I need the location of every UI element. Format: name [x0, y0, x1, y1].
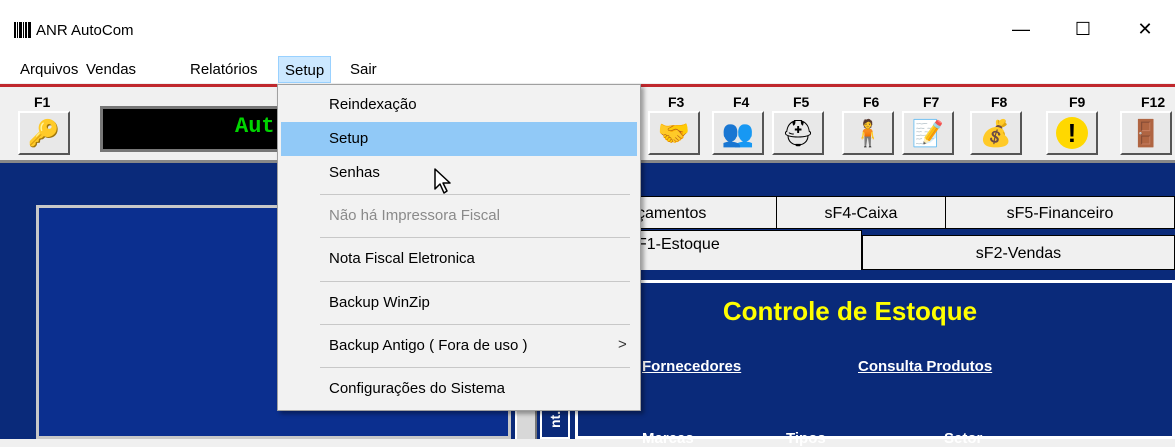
menu-arquivos[interactable]: Arquivos [14, 56, 84, 83]
fornecedores-link[interactable]: Fornecedores [642, 358, 741, 375]
exit-door-icon: 🚪 [1129, 117, 1163, 148]
fkey-label-f7: F7 [923, 94, 940, 110]
menu-item-reindexacao[interactable]: Reindexação [281, 88, 637, 122]
fkey-label-f1: F1 [34, 94, 51, 110]
tab-vendas[interactable]: sF2-Vendas [862, 235, 1175, 270]
menu-separator [320, 281, 630, 282]
tab-estoque[interactable]: F1-Estoque [630, 230, 862, 270]
fkey-label-f12: F12 [1141, 94, 1166, 110]
close-button[interactable]: ✕ [1122, 14, 1168, 44]
menu-item-senhas[interactable]: Senhas [281, 156, 637, 190]
fkey-label-f6: F6 [863, 94, 880, 110]
f7-button[interactable]: 📝 [902, 111, 954, 155]
key-icon: 🔑 [27, 117, 61, 148]
fkey-label-f5: F5 [793, 94, 810, 110]
hardhat-icon: ⛑ [781, 117, 815, 148]
fkey-label-f4: F4 [733, 94, 750, 110]
tab-orcamentos[interactable]: çamentos [630, 196, 777, 229]
menu-setup[interactable]: Setup [278, 56, 332, 83]
menu-separator [320, 367, 630, 368]
menu-item-backup-antigo[interactable]: Backup Antigo ( Fora de uso ) [281, 329, 637, 363]
menu-bar [0, 56, 1175, 83]
person-icon: 🧍 [851, 117, 885, 148]
panel-title: Controle de Estoque [722, 296, 978, 326]
handshake-icon: 🤝 [657, 117, 691, 148]
f5-button[interactable]: ⛑ [772, 111, 824, 155]
menu-separator [320, 194, 630, 195]
menu-sair[interactable]: Sair [344, 56, 383, 83]
submenu-arrow-icon: > [618, 336, 627, 353]
menu-item-backup-winzip[interactable]: Backup WinZip [281, 286, 637, 320]
fkey-label-f3: F3 [668, 94, 685, 110]
notepad-icon: 📝 [911, 117, 945, 148]
f12-button[interactable]: 🚪 [1120, 111, 1172, 155]
f1-button[interactable]: 🔑 [18, 111, 70, 155]
tab-caixa[interactable]: sF4-Caixa [776, 196, 946, 229]
menu-relatorios[interactable]: Relatórios [184, 56, 264, 83]
warning-icon: ! [1056, 117, 1088, 149]
mouse-cursor-icon [434, 168, 451, 194]
window-title: ANR AutoCom [36, 22, 134, 39]
maximize-button[interactable]: ☐ [1060, 14, 1106, 44]
menu-separator [320, 324, 630, 325]
tab-financeiro[interactable]: sF5-Financeiro [945, 196, 1175, 229]
people-icon: 👥 [721, 117, 755, 148]
menu-separator [320, 237, 630, 238]
f8-button[interactable]: 💰 [970, 111, 1022, 155]
f3-button[interactable]: 🤝 [648, 111, 700, 155]
minimize-button[interactable]: — [998, 14, 1044, 44]
fkey-label-f8: F8 [991, 94, 1008, 110]
money-bag-icon: 💰 [979, 117, 1013, 148]
menu-item-nota-fiscal[interactable]: Nota Fiscal Eletronica [281, 242, 637, 276]
menu-item-impressora-fiscal: Não há Impressora Fiscal [329, 207, 500, 224]
menu-vendas[interactable]: Vendas [80, 56, 142, 83]
f6-button[interactable]: 🧍 [842, 111, 894, 155]
menu-item-configuracoes[interactable]: Configurações do Sistema [281, 372, 637, 406]
app-barcode-icon [14, 22, 32, 38]
fkey-label-f9: F9 [1069, 94, 1086, 110]
f4-button[interactable]: 👥 [712, 111, 764, 155]
consulta-produtos-link[interactable]: Consulta Produtos [858, 358, 992, 375]
menu-item-setup[interactable]: Setup [281, 122, 637, 156]
display-text: Aut [235, 114, 275, 139]
f9-button[interactable]: ! [1046, 111, 1098, 155]
